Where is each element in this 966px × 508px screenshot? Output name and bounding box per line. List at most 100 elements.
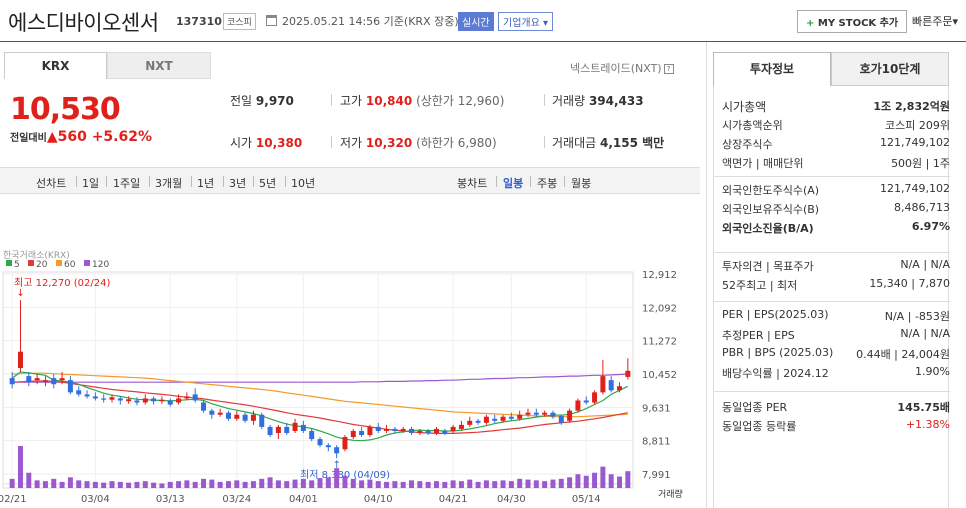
volume-bar (367, 479, 373, 488)
candle-body (375, 426, 381, 431)
period-1y[interactable]: 1년 (197, 175, 214, 191)
volume-bar (600, 466, 606, 488)
candle-body (126, 399, 132, 402)
candle-body (567, 410, 573, 421)
volume-bar (309, 480, 315, 488)
invest-row: 투자의견 | 목표주가 N/A | N/A (722, 258, 950, 274)
candle-body (384, 428, 390, 431)
x-tick-label: 04/01 (289, 494, 318, 505)
add-mystock-label: MY STOCK 추가 (817, 18, 899, 29)
volume-bar (300, 478, 306, 488)
current-price: 10,530 (10, 92, 121, 127)
candle-body (201, 402, 207, 411)
invest-row: 액면가 | 매매단위 500원 | 1주 (722, 155, 950, 171)
volume-bar (458, 481, 464, 488)
candle-body (508, 416, 514, 419)
stat-high: 고가 10,840 (상한가 12,960) (340, 92, 504, 109)
candle-body (209, 410, 215, 415)
volume-bar (201, 478, 207, 488)
divider (106, 176, 107, 187)
low-label: 저가 (340, 136, 363, 150)
invest-row-label: 시가총액순위 (722, 119, 783, 132)
period-3m[interactable]: 3개월 (155, 175, 182, 191)
plus-icon: + (806, 18, 815, 29)
tab-invest-info[interactable]: 투자정보 (713, 52, 831, 86)
tab-krx[interactable]: KRX (4, 52, 107, 79)
candle-body (234, 414, 240, 419)
chevron-down-icon: ▾ (543, 18, 549, 29)
market-badge: 코스피 (223, 13, 256, 30)
invest-row-value: 15,340 | 7,870 (869, 277, 950, 290)
invest-row-value: +1.38% (905, 418, 950, 431)
y-tick-label: 12,092 (642, 303, 677, 314)
candle-body (600, 376, 606, 393)
candle-body (458, 424, 464, 429)
stock-header: 에스디바이오센서 137310 코스피 2025.05.21 14:56 기준(… (0, 0, 966, 42)
add-mystock-button[interactable]: + MY STOCK 추가 (797, 10, 908, 33)
legend-label: 20 (36, 260, 48, 270)
invest-row-value: 1.90% (915, 365, 950, 378)
candle-daily[interactable]: 일봉 (503, 175, 523, 191)
volume-bar (475, 481, 481, 488)
company-overview-label: 기업개요 (503, 18, 540, 29)
candle-body (425, 430, 431, 433)
invest-row: 외국인한도주식수(A) 121,749,102 (722, 182, 950, 198)
ma-line-ma120 (12, 373, 628, 383)
divider (253, 176, 254, 187)
price-chart[interactable]: 한국거래소(KRX) 5 20 60 120 12,91212,09211,27210… (0, 194, 700, 508)
invest-row-value: N/A | N/A (900, 258, 950, 271)
candle-body (417, 430, 423, 433)
candle-body (450, 426, 456, 431)
candle-body (51, 378, 57, 385)
invest-row-label: 외국인소진율(B/A) (722, 222, 814, 235)
candle-monthly[interactable]: 월봉 (571, 175, 591, 191)
volume-bar (433, 481, 439, 488)
candle-body (17, 351, 23, 368)
candle-body (275, 426, 281, 433)
period-1d[interactable]: 1일 (82, 175, 99, 191)
volume-bar (217, 481, 223, 488)
candle-body (467, 420, 473, 425)
volume-bar (533, 480, 539, 488)
candle-body (583, 400, 589, 403)
volume-bar (508, 481, 514, 488)
help-icon[interactable]: ? (663, 64, 674, 74)
x-tick-label: 04/21 (439, 494, 468, 505)
stat-open: 시가 10,380 (230, 134, 302, 151)
candle-body (167, 400, 173, 405)
nxt-link[interactable]: 넥스트레이드(NXT)? (570, 60, 674, 76)
high-label: 고가 (340, 94, 363, 108)
invest-row-label: PER | EPS(2025.03) (722, 308, 829, 321)
candle-body (542, 412, 548, 415)
divider (76, 176, 77, 187)
volume-bar (242, 481, 248, 488)
candle-body (84, 394, 90, 397)
chart-grid (3, 272, 633, 484)
candle-body (42, 380, 48, 383)
period-3y[interactable]: 3년 (229, 175, 246, 191)
quick-order-button[interactable]: 빠른주문▾ (912, 13, 958, 29)
tab-orderbook[interactable]: 호가10단계 (831, 52, 949, 86)
period-5y[interactable]: 5년 (259, 175, 276, 191)
invest-row: 시가총액 1조 2,832억원 (722, 98, 950, 114)
volume-bar (334, 468, 340, 488)
legend-swatch (84, 260, 90, 266)
amount-label: 거래대금 (552, 136, 597, 150)
volume-bar (192, 481, 198, 488)
company-overview-dropdown[interactable]: 기업개요 ▾ (498, 12, 554, 31)
volume-bar (275, 480, 281, 488)
y-tick-label: 7,991 (642, 470, 671, 481)
period-10y[interactable]: 10년 (291, 175, 315, 191)
volume-bar (134, 481, 140, 488)
divider (285, 176, 286, 187)
candle-weekly[interactable]: 주봉 (537, 175, 557, 191)
volume-bar (400, 481, 406, 488)
volume-bar (525, 479, 531, 488)
tab-nxt[interactable]: NXT (107, 52, 211, 79)
quote-date: 2025.05.21 14:56 기준(KRX 장중) (282, 15, 459, 28)
period-1w[interactable]: 1주일 (113, 175, 140, 191)
x-tick-label: 03/04 (81, 494, 110, 505)
volume-bar (384, 481, 390, 488)
invest-row-label: 동일업종 등락률 (722, 420, 797, 433)
candle-body (92, 396, 98, 399)
